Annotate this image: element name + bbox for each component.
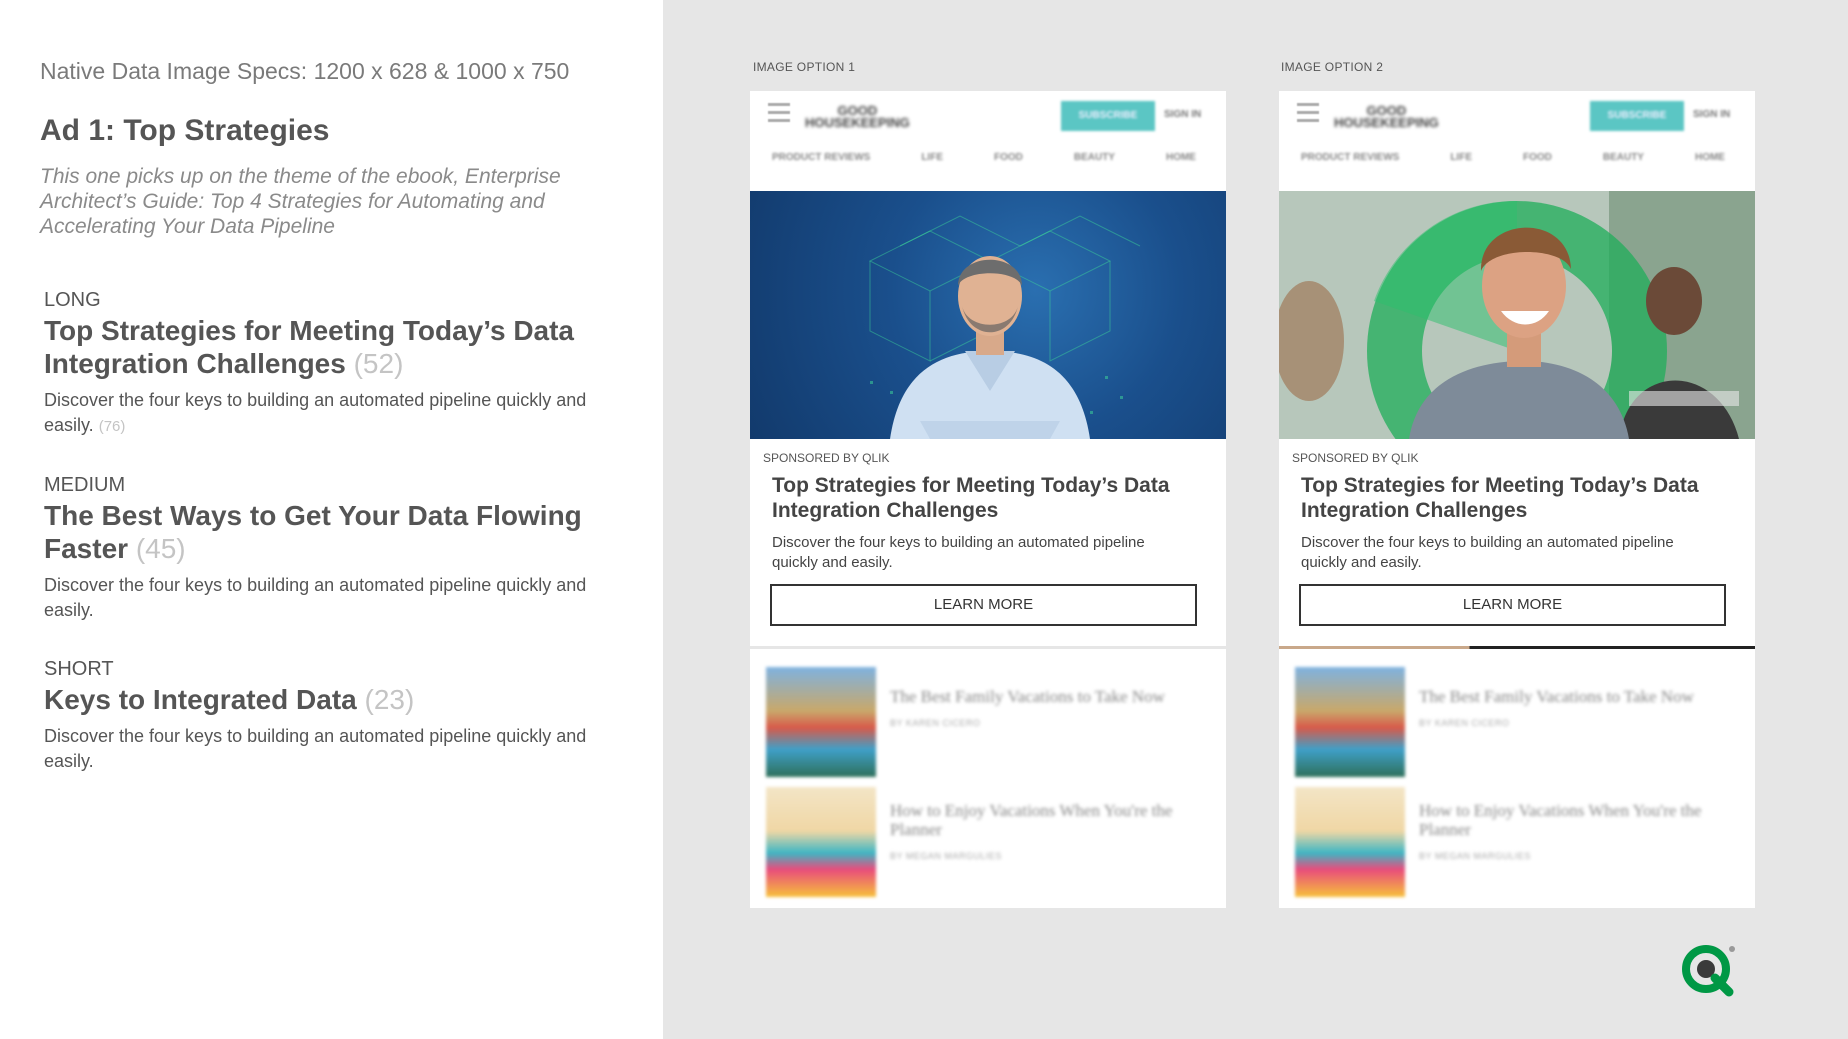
feed-text: How to Enjoy Vacations When You're the P… [890,801,1173,861]
ad-hero-image[interactable] [1279,191,1755,439]
site-header: GOOD HOUSEKEEPING SUBSCRIBE SIGN IN PRODU… [750,91,1226,191]
section-label: LONG [44,289,101,311]
nav-item-product-reviews[interactable]: PRODUCT REVIEWS [1301,152,1399,163]
char-count: (45) [135,533,186,564]
section-body: Discover the four keys to building an au… [44,575,587,620]
learn-more-button[interactable]: LEARN MORE [1299,584,1726,626]
section-headline: Top Strategies for Meeting Today’s Data … [44,315,575,379]
hamburger-menu-icon[interactable] [1297,103,1319,125]
site-logo[interactable]: GOOD HOUSEKEEPING [1334,104,1439,129]
nav-item-life[interactable]: LIFE [1450,152,1472,163]
site-header: GOOD HOUSEKEEPING SUBSCRIBE SIGN IN PRODU… [1279,91,1755,191]
nav-item-food[interactable]: FOOD [1523,152,1552,163]
section-headline: The Best Ways to Get Your Data Flowing F… [44,500,582,564]
copy-section-short: SHORT Keys to Integrated Data (23) Disco… [44,657,604,774]
section-label: SHORT [44,658,114,680]
ad-title: Ad 1: Top Strategies [40,114,330,147]
nav-item-food[interactable]: FOOD [994,152,1023,163]
qlik-logo-icon [1682,945,1735,997]
sign-in-link[interactable]: SIGN IN [1164,109,1201,120]
hero-illustration [1279,191,1755,439]
nav-item-product-reviews[interactable]: PRODUCT REVIEWS [772,152,870,163]
char-count: (23) [364,684,415,715]
nav-item-home[interactable]: HOME [1166,152,1196,163]
ad-body: SPONSORED BY QLIK Top Strategies for Mee… [750,439,1226,646]
feed-text: How to Enjoy Vacations When You're the P… [1419,801,1702,861]
ad-headline[interactable]: Top Strategies for Meeting Today’s Data … [1301,473,1701,523]
feed-text: The Best Family Vacations to Take Now BY … [890,687,1165,728]
char-count: (52) [353,348,404,379]
feed-thumbnail [766,787,876,897]
copy-section-long: LONG Top Strategies for Meeting Today’s … [44,288,604,439]
char-count: (76) [98,418,126,435]
spec-panel: Native Data Image Specs: 1200 x 628 & 10… [0,0,663,1039]
feed-item[interactable]: How to Enjoy Vacations When You're the P… [1279,769,1755,897]
feed-thumbnail [1295,787,1405,897]
nav-item-beauty[interactable]: BEAUTY [1074,152,1115,163]
site-nav: PRODUCT REVIEWS LIFE FOOD BEAUTY HOME [1301,152,1725,163]
section-body: Discover the four keys to building an au… [44,726,587,771]
nav-item-beauty[interactable]: BEAUTY [1603,152,1644,163]
feed-item[interactable]: The Best Family Vacations to Take Now BY … [750,649,1226,777]
copy-section-medium: MEDIUM The Best Ways to Get Your Data Fl… [44,473,604,623]
subscribe-button[interactable]: SUBSCRIBE [1061,101,1155,131]
feed-thumbnail [1295,667,1405,777]
feed-item[interactable]: How to Enjoy Vacations When You're the P… [750,769,1226,897]
subscribe-button[interactable]: SUBSCRIBE [1590,101,1684,131]
learn-more-button[interactable]: LEARN MORE [770,584,1197,626]
site-nav: PRODUCT REVIEWS LIFE FOOD BEAUTY HOME [772,152,1196,163]
section-body: Discover the four keys to building an au… [44,390,587,435]
nav-item-home[interactable]: HOME [1695,152,1725,163]
sign-in-link[interactable]: SIGN IN [1693,109,1730,120]
ad-description: Discover the four keys to building an au… [1301,534,1674,571]
feed-thumbnail [766,667,876,777]
site-logo[interactable]: GOOD HOUSEKEEPING [805,104,910,129]
option-label-2: IMAGE OPTION 2 [1281,60,1384,74]
option-label-1: IMAGE OPTION 1 [753,60,856,74]
sponsored-label: SPONSORED BY QLIK [1292,451,1419,465]
ad-description: Discover the four keys to building an au… [772,534,1145,571]
sponsored-label: SPONSORED BY QLIK [763,451,890,465]
section-headline: Keys to Integrated Data (23) [44,684,415,715]
ad-body: SPONSORED BY QLIK Top Strategies for Mee… [1279,439,1755,646]
ad-headline[interactable]: Top Strategies for Meeting Today’s Data … [772,473,1172,523]
section-label: MEDIUM [44,474,126,496]
ad-hero-image[interactable] [750,191,1226,439]
feed-text: The Best Family Vacations to Take Now BY … [1419,687,1694,728]
mockup-option-2: GOOD HOUSEKEEPING SUBSCRIBE SIGN IN PRODU… [1279,91,1755,908]
feed-item[interactable]: The Best Family Vacations to Take Now BY … [1279,649,1755,777]
mockup-option-1: GOOD HOUSEKEEPING SUBSCRIBE SIGN IN PRODU… [750,91,1226,908]
nav-item-life[interactable]: LIFE [921,152,943,163]
ad-description: This one picks up on the theme of the eb… [40,165,561,238]
hero-illustration [868,215,1141,439]
image-specs: Native Data Image Specs: 1200 x 628 & 10… [40,58,570,84]
hamburger-menu-icon[interactable] [768,103,790,125]
